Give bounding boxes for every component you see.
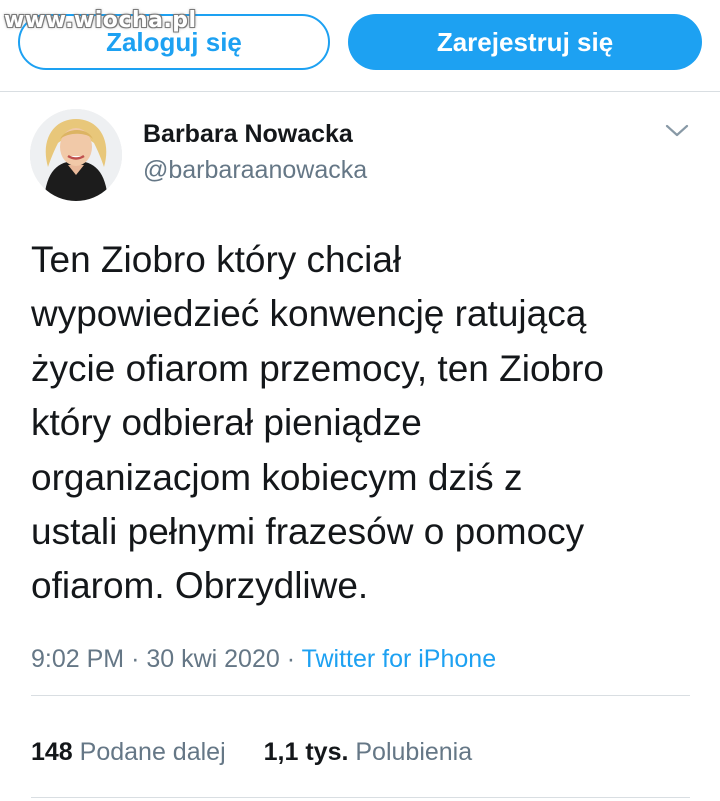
tweet-stats: 148 Podane dalej 1,1 tys. Polubienia	[31, 738, 510, 767]
author-name[interactable]: Barbara Nowacka	[143, 120, 353, 149]
tweet-date[interactable]: 30 kwi 2020	[146, 645, 279, 673]
divider	[31, 797, 690, 798]
meta-separator: ·	[286, 645, 296, 673]
likes-count: 1,1 tys.	[263, 738, 349, 766]
avatar-image	[30, 109, 122, 201]
chevron-down-icon[interactable]	[664, 120, 690, 142]
tweet-text: Ten Ziobro który chciał wypowiedzieć kon…	[31, 239, 605, 607]
retweets-label: Podane dalej	[79, 738, 226, 766]
register-button[interactable]: Zarejestruj się	[348, 14, 702, 70]
retweets-count: 148	[31, 738, 73, 766]
retweets-stat[interactable]: 148 Podane dalej	[31, 738, 226, 767]
tweet-source-link[interactable]: Twitter for iPhone	[302, 645, 497, 673]
tweet-meta: 9:02 PM · 30 kwi 2020 · Twitter for iPho…	[31, 645, 496, 674]
avatar[interactable]	[30, 109, 122, 201]
meta-separator: ·	[131, 645, 140, 673]
tweet-time[interactable]: 9:02 PM	[31, 645, 124, 673]
divider	[31, 695, 690, 696]
likes-label: Polubienia	[355, 738, 473, 766]
author-handle[interactable]: @barbaraanowacka	[143, 156, 367, 185]
likes-stat[interactable]: 1,1 tys. Polubienia	[264, 738, 473, 767]
register-button-label: Zarejestruj się	[436, 26, 614, 57]
watermark: www.wiocha.pl	[4, 8, 197, 33]
